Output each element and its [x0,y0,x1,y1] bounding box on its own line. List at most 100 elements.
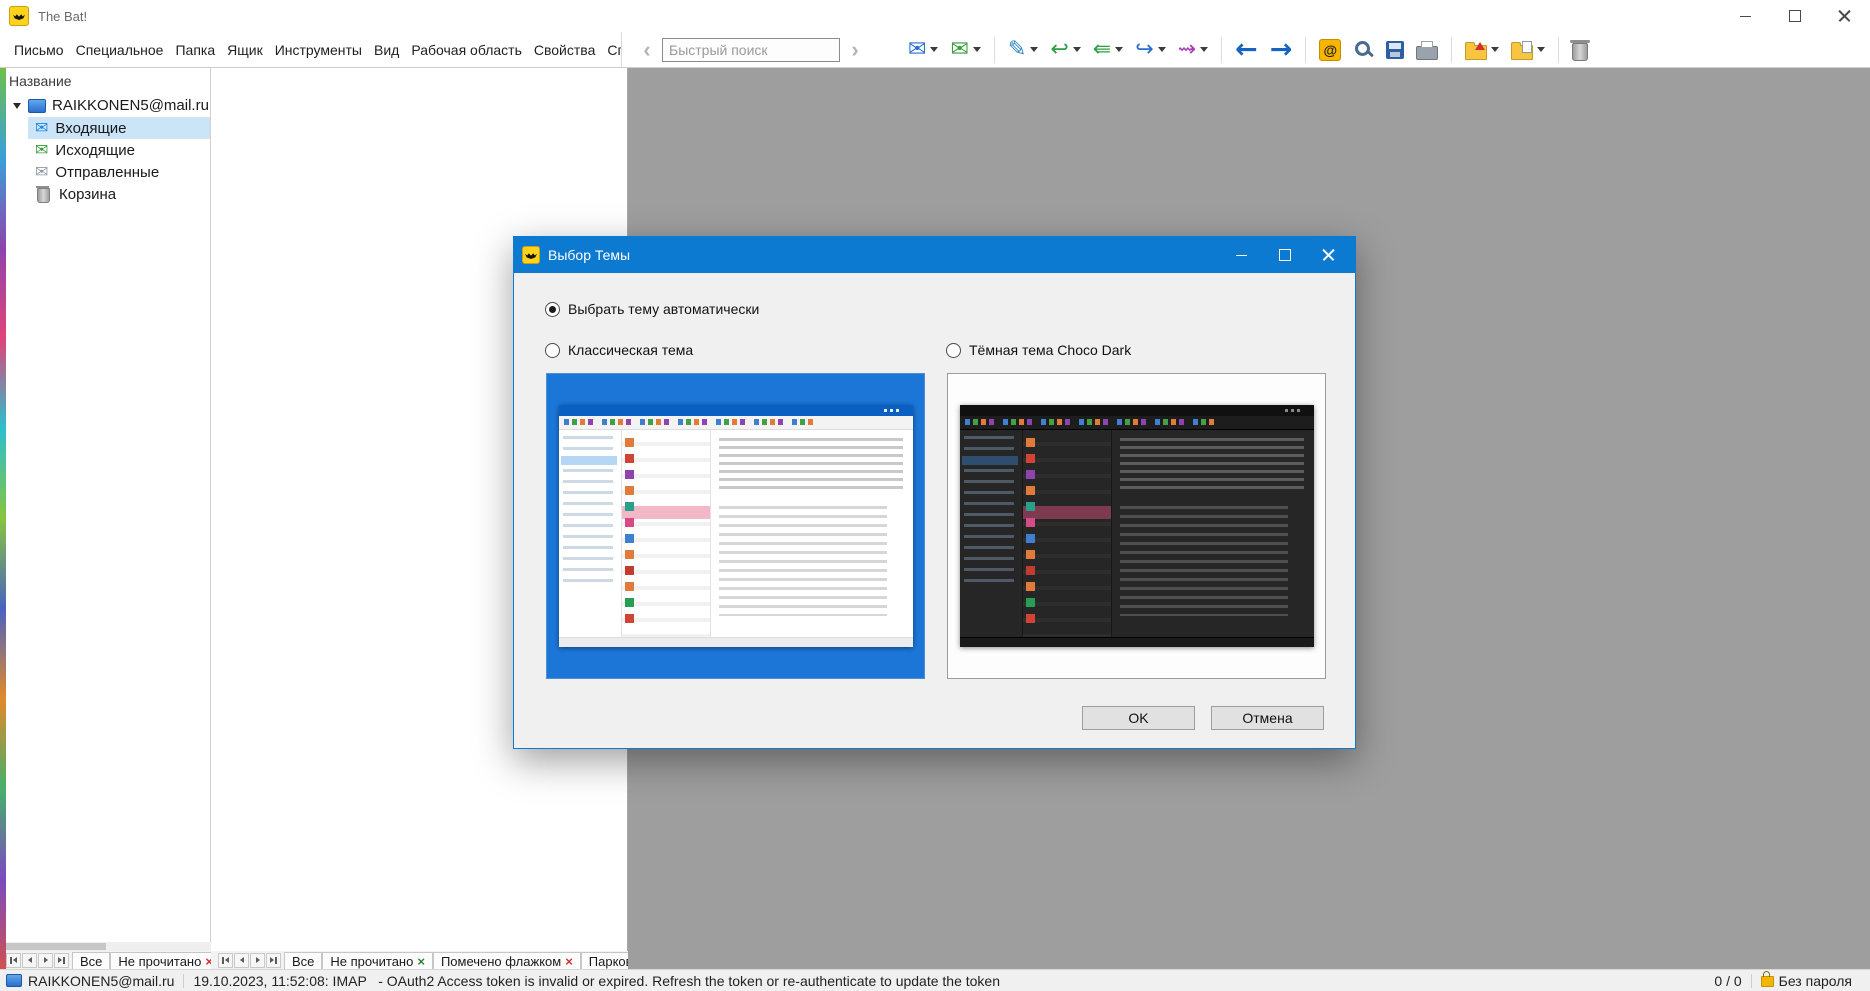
tab-close-icon[interactable]: × [565,955,573,968]
tab-close-icon[interactable]: × [205,955,211,968]
new-message-dropdown-icon[interactable] [930,47,939,52]
reply-all-button[interactable]: ⇚ [1087,34,1129,66]
tab-close-icon[interactable]: × [417,955,425,968]
new-message-button[interactable]: ✉ [902,34,944,66]
sidebar-horizontal-scrollbar[interactable] [6,942,211,951]
reply-button[interactable]: ↩ [1044,34,1086,66]
folder-tab-2-2[interactable]: Не прочитано × [322,952,433,969]
dialog-minimize-button[interactable] [1219,237,1263,273]
menu-item-4[interactable]: Ящик [221,32,269,67]
thumbnail-statusbar [959,637,1314,647]
auto-theme-radio[interactable] [545,301,560,317]
forward-dropdown-icon[interactable] [1157,47,1166,52]
expander-icon[interactable] [13,102,21,109]
next-tab-button[interactable] [38,952,53,968]
folder-tab-2-1[interactable]: Все [284,952,323,969]
folder-tabs-left: Все Не прочитано × [6,951,211,969]
tab-label: Не прочитано [118,953,202,969]
classic-theme-option[interactable]: Классическая тема [545,342,693,358]
folder-tab-2-3[interactable]: Помечено флажком × [432,952,581,969]
scrollbar-thumb[interactable] [6,943,106,950]
connection-icon [6,974,22,987]
print-message-button[interactable] [1410,34,1444,66]
last-tab-button[interactable] [54,952,69,968]
dialog-icon [522,246,540,264]
quick-search-area [638,37,864,62]
redirect-button[interactable]: ⇝ [1172,34,1214,66]
window-controls [1720,0,1870,32]
folder-item-trash[interactable]: Корзина [28,183,210,205]
folder-item-sent[interactable]: ✉ Отправленные [28,161,210,183]
auto-theme-option[interactable]: Выбрать тему автоматически [545,301,759,317]
account-row[interactable]: RAIKKONEN5@mail.ru [6,94,210,117]
edit-templates-button[interactable]: ✎ [1002,34,1044,66]
first-tab-icon [225,957,229,963]
ok-button[interactable]: OK [1082,706,1195,730]
app-icon [9,6,29,26]
folder-tab-2-4[interactable]: Парков [580,952,628,969]
previous-unread-button[interactable]: ← [1229,34,1264,66]
inbox-folder-icon: ✉ [35,118,49,137]
menu-item-9[interactable]: Справка [601,32,621,67]
first-tab-button[interactable] [6,952,21,968]
folder-item-outbox[interactable]: ✉ Исходящие [28,139,210,161]
new-message-from-template-dropdown-icon[interactable] [972,47,981,52]
search-next-icon[interactable] [846,38,864,62]
redirect-dropdown-icon[interactable] [1200,47,1209,52]
outbox-folder-icon: ✉ [35,140,49,159]
toolbar-separator [1558,36,1560,63]
address-book-icon: @ [1319,38,1342,61]
menu-item-6[interactable]: Вид [368,32,405,67]
menu-item-3[interactable]: Папка [169,32,221,67]
account-icon [28,98,46,113]
prev-tab-button[interactable] [22,952,37,968]
reply-all-dropdown-icon[interactable] [1115,47,1124,52]
toolbar-separator [1221,36,1223,63]
maximize-button[interactable] [1770,0,1820,32]
move-to-folder-button[interactable] [1459,34,1505,66]
prev-tab-button[interactable] [234,952,249,968]
window-title: The Bat! [38,8,88,24]
dialog-maximize-button[interactable] [1263,237,1307,273]
cancel-button[interactable]: Отмена [1211,706,1324,730]
minimize-button[interactable] [1720,0,1770,32]
delete-message-button[interactable] [1566,34,1594,66]
menu-item-5[interactable]: Инструменты [269,32,368,67]
dialog-close-button[interactable] [1307,237,1351,273]
quick-search-input[interactable] [662,37,840,62]
close-button[interactable] [1820,0,1870,32]
reply-dropdown-icon[interactable] [1072,47,1081,52]
edit-templates-dropdown-icon[interactable] [1030,47,1039,52]
folder-tab-1-1[interactable]: Все [72,952,111,969]
menu-item-2[interactable]: Специальное [70,32,170,67]
search-messages-button[interactable] [1347,34,1380,66]
address-book-button[interactable]: @ [1313,34,1347,66]
menu-item-7[interactable]: Рабочая область [405,32,528,67]
tab-label: Все [292,953,315,969]
next-tab-button[interactable] [250,952,265,968]
copy-to-folder-dropdown-icon[interactable] [1537,47,1546,52]
forward-button[interactable]: ↪ [1129,34,1171,66]
folder-tab-1-2[interactable]: Не прочитано × [110,952,211,969]
last-tab-icon [275,956,277,964]
statusbar-separator [1750,973,1752,988]
classic-theme-preview[interactable] [546,373,925,679]
thumbnail-toolbar [558,416,913,430]
classic-theme-radio[interactable] [545,342,560,358]
save-message-button[interactable] [1380,34,1410,66]
last-tab-button[interactable] [266,952,281,968]
dark-theme-option[interactable]: Тёмная тема Choco Dark [946,342,1131,358]
next-unread-button[interactable]: → [1264,34,1299,66]
move-to-folder-dropdown-icon[interactable] [1491,47,1500,52]
tab-label: Парков [588,953,628,969]
menu-item-1[interactable]: Письмо [8,32,70,67]
statusbar-message: 19.10.2023, 11:52:08: IMAP - OAuth2 Acce… [193,972,1000,989]
dark-theme-radio[interactable] [946,342,961,358]
first-tab-button[interactable] [218,952,233,968]
copy-to-folder-button[interactable] [1505,34,1551,66]
dark-theme-preview[interactable] [947,373,1326,679]
new-message-from-template-button[interactable]: ✉ [944,34,986,66]
search-prev-icon[interactable] [638,38,656,62]
menu-item-8[interactable]: Свойства [528,32,601,67]
folder-item-inbox[interactable]: ✉ Входящие [28,117,210,139]
